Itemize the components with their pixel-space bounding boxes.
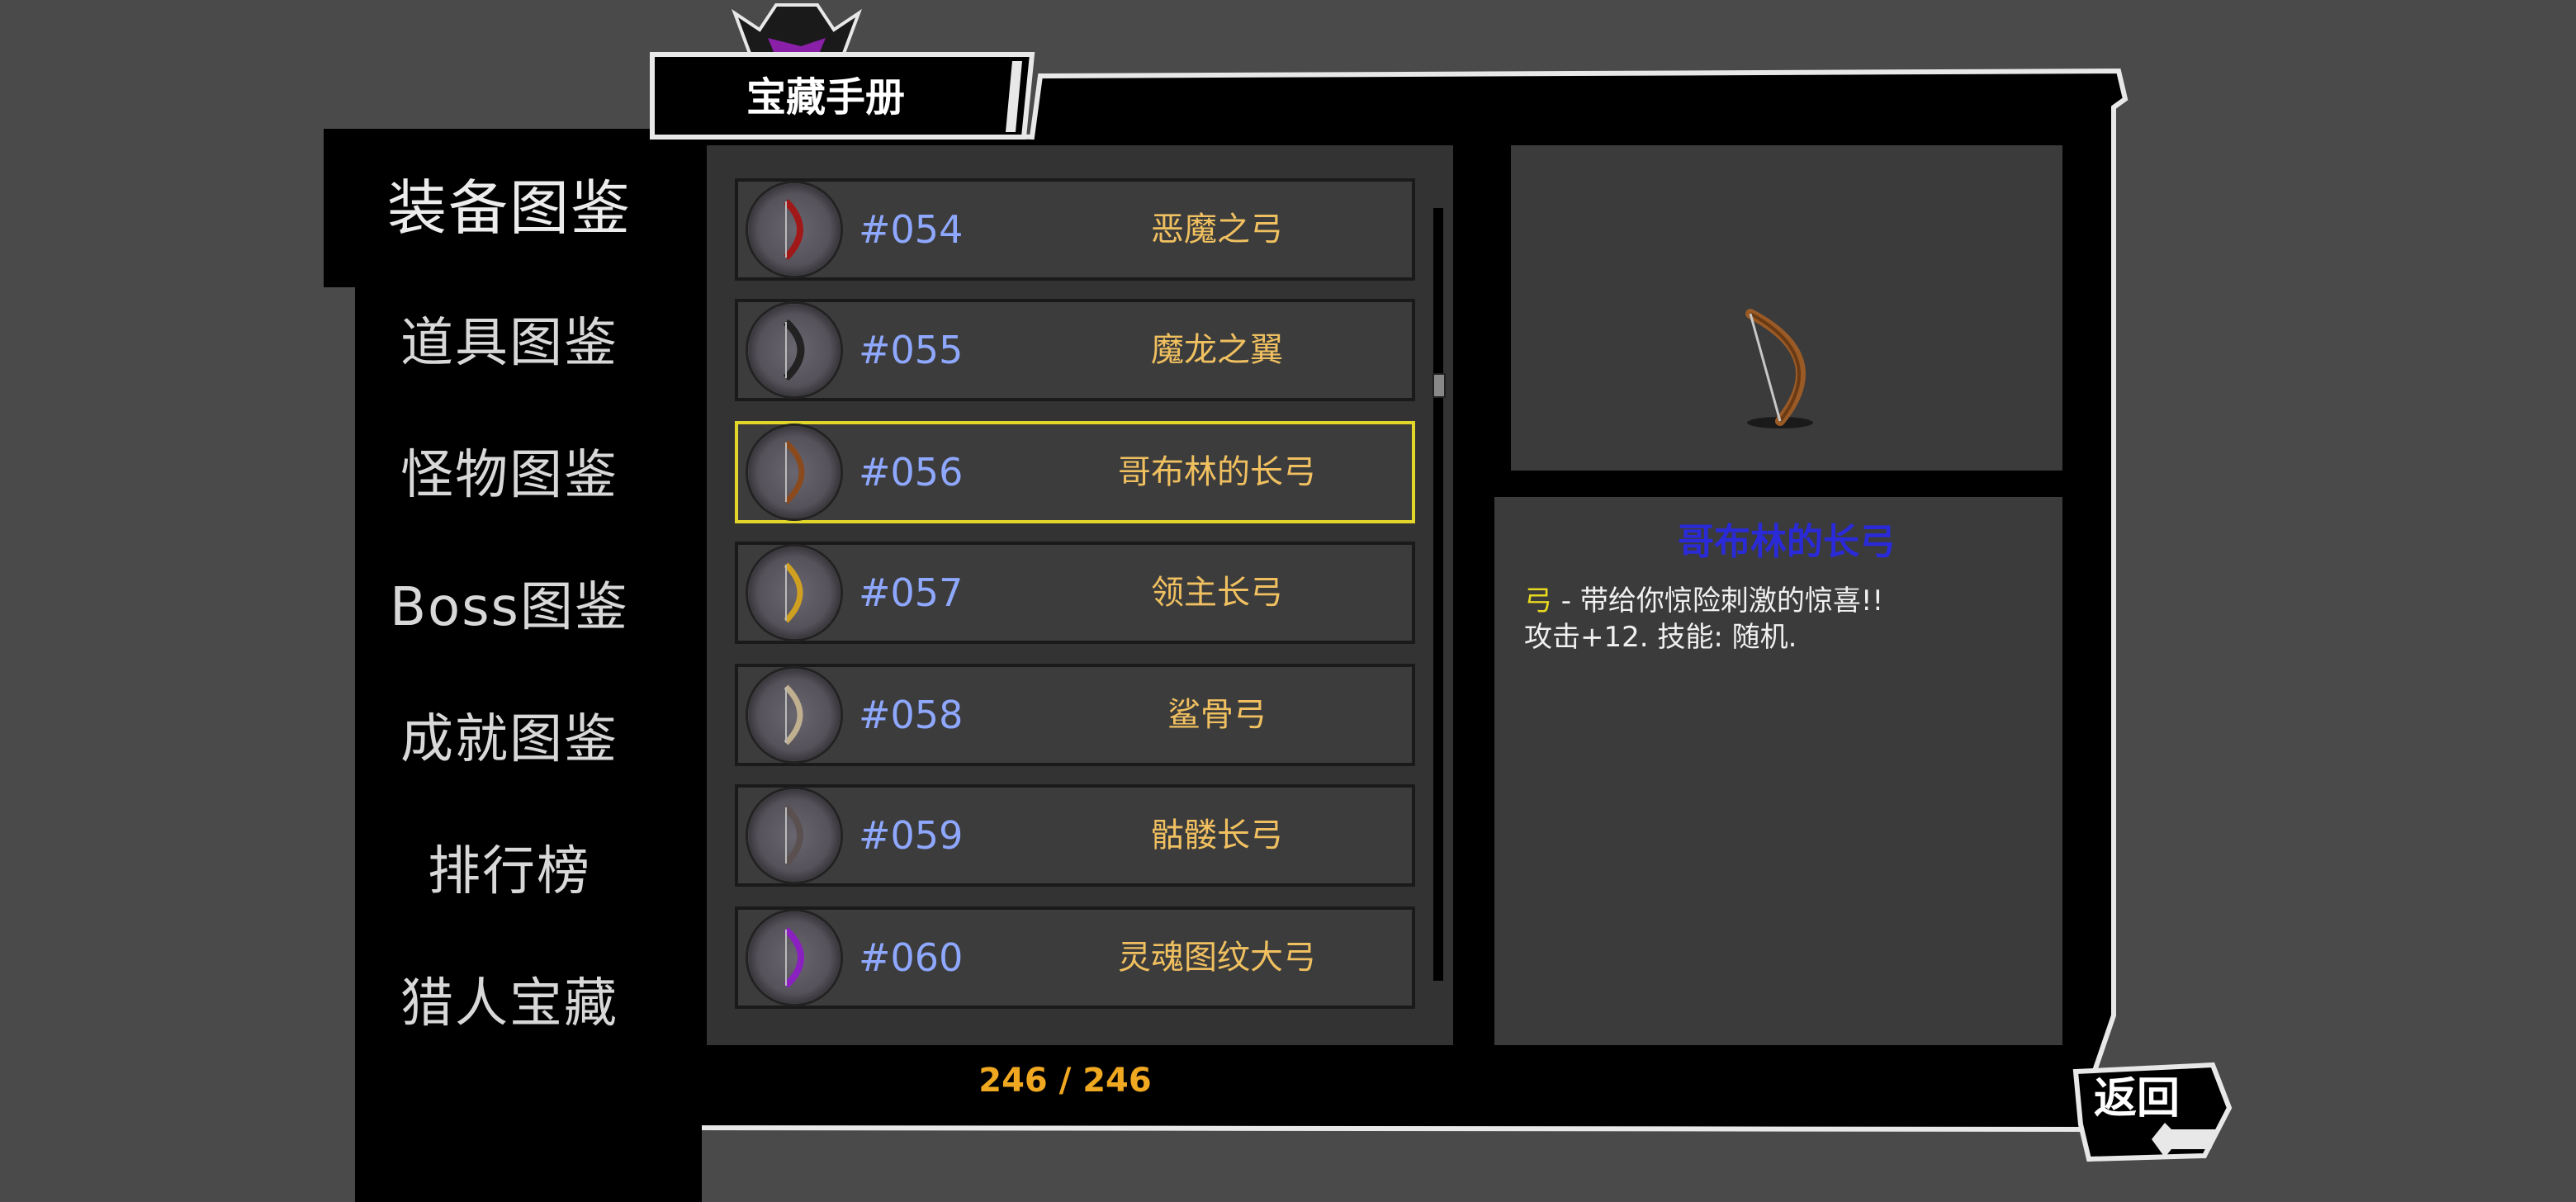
item-name: 恶魔之弓: [1151, 211, 1283, 248]
detail-title: 哥布林的长弓: [1678, 521, 1896, 563]
sidebar-item-boss[interactable]: Boss图鉴: [357, 558, 662, 657]
item-number: #054: [859, 207, 964, 252]
item-name: 领主长弓: [1151, 574, 1283, 612]
list-item[interactable]: #054 恶魔之弓: [735, 178, 1415, 281]
list-item-selected[interactable]: #056 哥布林的长弓: [735, 421, 1415, 523]
item-name: 魔龙之翼: [1151, 331, 1283, 369]
item-number: #060: [859, 935, 964, 980]
sidebar-item-equipment[interactable]: 装备图鉴: [357, 159, 662, 258]
goblin-longbow-icon: [1745, 309, 1813, 428]
scrollbar-track[interactable]: [1433, 208, 1443, 981]
list-item[interactable]: #058 鲨骨弓: [735, 664, 1415, 766]
detail-line-1: 弓 - 带给你惊险刺激的惊喜!!: [1524, 578, 1883, 618]
sidebar-item-leaderboard[interactable]: 排行榜: [357, 822, 662, 921]
item-number: #058: [859, 693, 964, 737]
sidebar: 装备图鉴 道具图鉴 怪物图鉴 Boss图鉴 成就图鉴 排行榜 猎人宝藏: [324, 129, 702, 1202]
sidebar-item-items[interactable]: 道具图鉴: [357, 294, 662, 393]
skull-longbow-icon: [748, 789, 841, 882]
item-preview: [1511, 145, 2062, 471]
detail-flavor: - 带给你惊险刺激的惊喜!!: [1552, 584, 1884, 618]
item-name: 鲨骨弓: [1167, 696, 1267, 734]
shark-bone-bow-icon: [748, 669, 841, 761]
list-item[interactable]: #055 魔龙之翼: [735, 299, 1415, 401]
page-title: 宝藏手册: [746, 74, 905, 121]
list-item[interactable]: #060 灵魂图纹大弓: [735, 906, 1415, 1009]
item-number: #057: [859, 570, 964, 615]
dragon-wing-bow-icon: [748, 304, 841, 396]
list-item[interactable]: #059 骷髅长弓: [735, 784, 1415, 887]
collection-counter: 246 / 246: [978, 1062, 1152, 1100]
back-button[interactable]: [2072, 1058, 2237, 1166]
sidebar-item-hunter-treasure[interactable]: 猎人宝藏: [357, 954, 662, 1053]
item-name: 灵魂图纹大弓: [1118, 939, 1316, 977]
demon-bow-icon: [748, 183, 841, 276]
soul-rune-bow-icon: [748, 911, 841, 1004]
goblin-longbow-icon: [748, 426, 841, 518]
detail-type: 弓: [1524, 584, 1552, 618]
sidebar-item-monsters[interactable]: 怪物图鉴: [357, 426, 662, 525]
scrollbar-thumb[interactable]: [1432, 373, 1446, 398]
item-number: #056: [859, 450, 964, 495]
sidebar-item-achievements[interactable]: 成就图鉴: [357, 690, 662, 789]
item-number: #059: [859, 813, 964, 858]
item-name: 骷髅长弓: [1151, 816, 1283, 854]
lord-longbow-icon: [748, 547, 841, 639]
item-number: #055: [859, 328, 964, 372]
list-item[interactable]: #057 领主长弓: [735, 542, 1415, 644]
detail-line-2: 攻击+12. 技能: 随机.: [1524, 621, 1797, 654]
item-name: 哥布林的长弓: [1118, 453, 1316, 491]
